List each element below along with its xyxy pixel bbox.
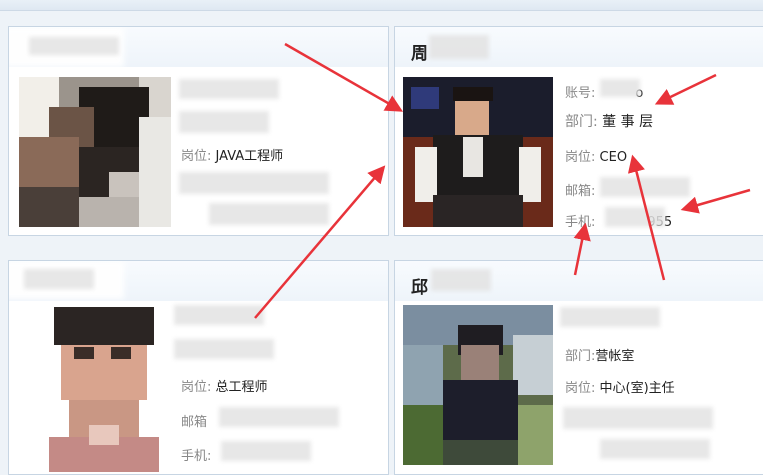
arrow-phone-left xyxy=(573,222,591,276)
annotation-arrows xyxy=(254,42,751,319)
arrow-account xyxy=(654,73,717,105)
arrow-position xyxy=(627,154,666,281)
arrow-up-photo xyxy=(254,165,386,319)
arrow-to-photo xyxy=(284,42,404,112)
arrow-phone-right xyxy=(680,188,751,214)
